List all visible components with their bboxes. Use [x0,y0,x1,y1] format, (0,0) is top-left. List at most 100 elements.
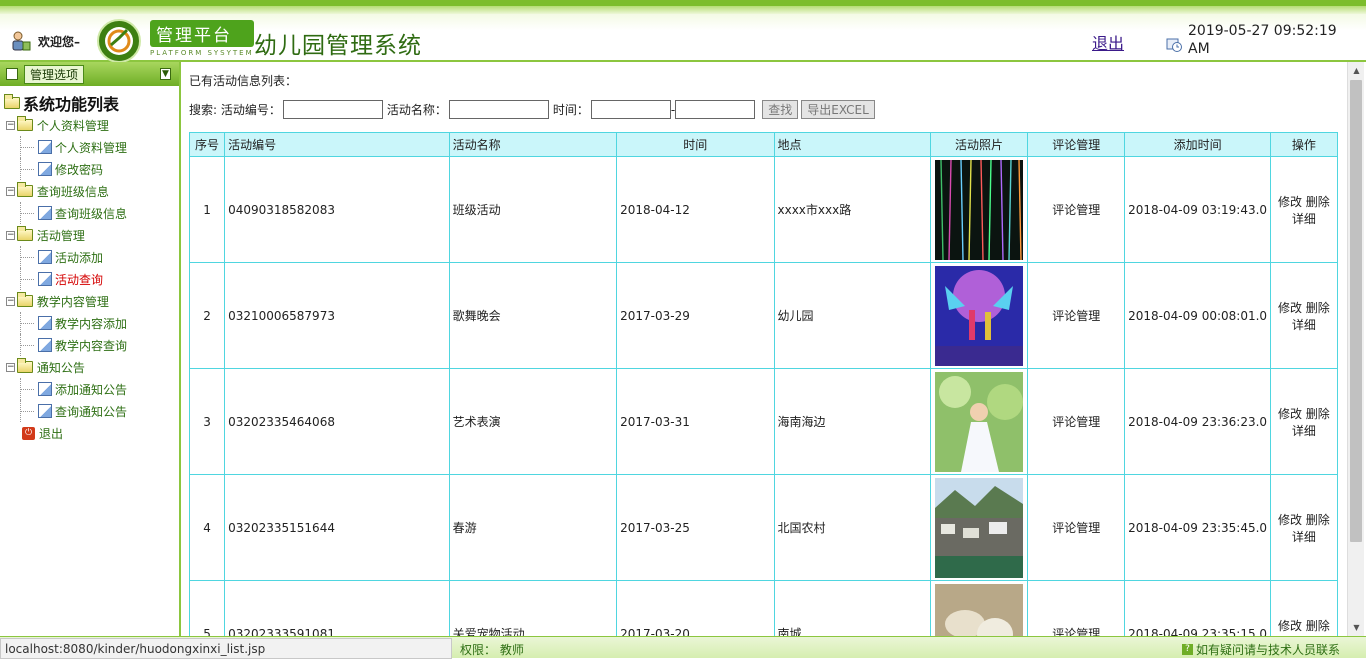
edit-link[interactable]: 修改 [1278,619,1302,633]
detail-link[interactable]: 详细 [1292,424,1316,438]
activity-code-input[interactable] [282,100,383,119]
sidebar-item-exit[interactable]: ⏻ 退出 [4,422,179,444]
item-label: 活动添加 [55,250,104,265]
sidebar-item-class-query[interactable]: 查询班级信息 [4,202,179,224]
collapse-minus-icon[interactable]: − [6,296,15,306]
item-label: 查询班级信息 [55,206,128,221]
delete-link[interactable]: 删除 [1306,301,1330,315]
cell-added: 2018-04-09 03:19:43.0 [1124,156,1271,263]
header-band [0,6,1366,14]
sidebar-item-notice-query[interactable]: 查询通知公告 [4,400,179,422]
logout-link[interactable]: 退出 [1092,30,1124,54]
delete-link[interactable]: 删除 [1306,195,1330,209]
col-header-no: 序号 [188,132,226,157]
detail-link[interactable]: 详细 [1292,530,1316,544]
sidebar-item-teaching-add[interactable]: 教学内容添加 [4,312,179,334]
item-label: 修改密码 [55,162,104,177]
tree-group-profile[interactable]: − 个人资料管理 [4,114,179,136]
table-header-row: 序号 活动编号 活动名称 时间 地点 活动照片 评论管理 添加时间 操作 [188,132,1339,157]
delete-link[interactable]: 删除 [1306,513,1330,527]
cell-comment-link[interactable]: 评论管理 [1027,368,1126,475]
page-edit-icon [38,404,52,418]
cell-date: 2017-03-29 [616,262,775,369]
cell-no: 5 [188,580,226,636]
cell-photo [929,156,1029,263]
group-label: 通知公告 [36,360,85,375]
cell-place: 幼儿园 [773,262,931,369]
brand-name: 管理平台 [150,20,254,47]
cell-comment-link[interactable]: 评论管理 [1027,262,1126,369]
tree-group-notice[interactable]: − 通知公告 [4,356,179,378]
folder-icon [17,358,33,373]
sidebar-item-change-password[interactable]: 修改密码 [4,158,179,180]
scroll-thumb[interactable] [1350,80,1362,542]
tree-group-activity[interactable]: − 活动管理 [4,224,179,246]
edit-link[interactable]: 修改 [1278,301,1302,315]
page-edit-icon [38,272,52,286]
sidebar-header: 管理选项 ▼ [0,62,179,86]
activity-photo[interactable] [935,371,1024,472]
delete-link[interactable]: 删除 [1306,407,1330,421]
cell-comment-link[interactable]: 评论管理 [1027,156,1126,263]
scroll-down-icon[interactable]: ▼ [1348,619,1365,636]
cell-code: 03202335151644 [224,474,450,581]
tree-root: 系统功能列表 [4,92,179,114]
cell-added: 2018-04-09 00:08:01.0 [1124,262,1271,369]
activity-name-input[interactable] [448,100,549,119]
clock-icon [1166,38,1182,52]
logo-icon [97,19,141,63]
item-label: 退出 [39,426,64,441]
detail-link[interactable]: 详细 [1292,318,1316,332]
tree-group-teaching[interactable]: − 教学内容管理 [4,290,179,312]
sidebar-item-activity-add[interactable]: 活动添加 [4,246,179,268]
activity-name-label: 活动名称： [386,103,447,117]
collapse-minus-icon[interactable]: − [6,186,15,196]
edit-link[interactable]: 修改 [1278,513,1302,527]
sidebar-item-profile[interactable]: 个人资料管理 [4,136,179,158]
folder-icon [4,94,20,109]
activity-photo[interactable] [935,265,1024,366]
sidebar-item-activity-query[interactable]: 活动查询 [4,268,179,290]
group-label: 教学内容管理 [36,294,109,309]
edit-link[interactable]: 修改 [1278,407,1302,421]
collapse-arrow-icon[interactable]: ▼ [160,68,171,80]
sidebar-item-notice-add[interactable]: 添加通知公告 [4,378,179,400]
detail-link[interactable]: 详细 [1292,212,1316,226]
collapse-minus-icon[interactable]: − [6,230,15,240]
activity-photo[interactable] [935,583,1024,637]
collapse-minus-icon[interactable]: − [6,362,15,372]
export-excel-button[interactable]: 导出EXCEL [801,100,875,119]
sidebar-header-label: 管理选项 [24,64,85,84]
cell-comment-link[interactable]: 评论管理 [1027,580,1126,636]
delete-link[interactable]: 删除 [1306,619,1330,633]
activity-photo[interactable] [935,477,1024,578]
time-to-input[interactable] [675,100,756,119]
activity-photo[interactable] [935,159,1024,260]
scroll-up-icon[interactable]: ▲ [1348,62,1365,79]
cell-code: 03210006587973 [224,262,450,369]
item-label: 活动查询 [55,272,104,287]
edit-link[interactable]: 修改 [1278,195,1302,209]
vertical-scrollbar[interactable]: ▲ ▼ [1347,62,1364,636]
tree-group-class[interactable]: − 查询班级信息 [4,180,179,202]
cell-comment-link[interactable]: 评论管理 [1027,474,1126,581]
col-header-comment: 评论管理 [1027,132,1126,157]
col-header-time: 时间 [616,132,775,157]
find-button[interactable]: 查找 [762,100,799,119]
cell-no: 1 [188,156,226,263]
page-edit-icon [38,140,52,154]
cell-no: 2 [188,262,226,369]
footer-bar: localhost:8080/kinder/huodongxinxi_list.… [0,636,1366,659]
cell-code: 03202333591081 [224,580,450,636]
time-label: 时间： [552,103,589,117]
cell-name: 歌舞晚会 [448,262,618,369]
collapse-minus-icon[interactable]: − [6,120,15,130]
user-icon [12,31,31,51]
cell-ops: 修改 删除 详细 [1269,368,1339,475]
sidebar-item-teaching-query[interactable]: 教学内容查询 [4,334,179,356]
cell-date: 2017-03-20 [616,580,775,636]
search-label: 搜索: 活动编号： [189,103,281,117]
time-from-input[interactable] [590,100,671,119]
sidebar: 管理选项 ▼ 系统功能列表 − 个人资料管理 个人资料管理 修改密码 − 查询班… [0,62,181,636]
col-header-added: 添加时间 [1124,132,1271,157]
